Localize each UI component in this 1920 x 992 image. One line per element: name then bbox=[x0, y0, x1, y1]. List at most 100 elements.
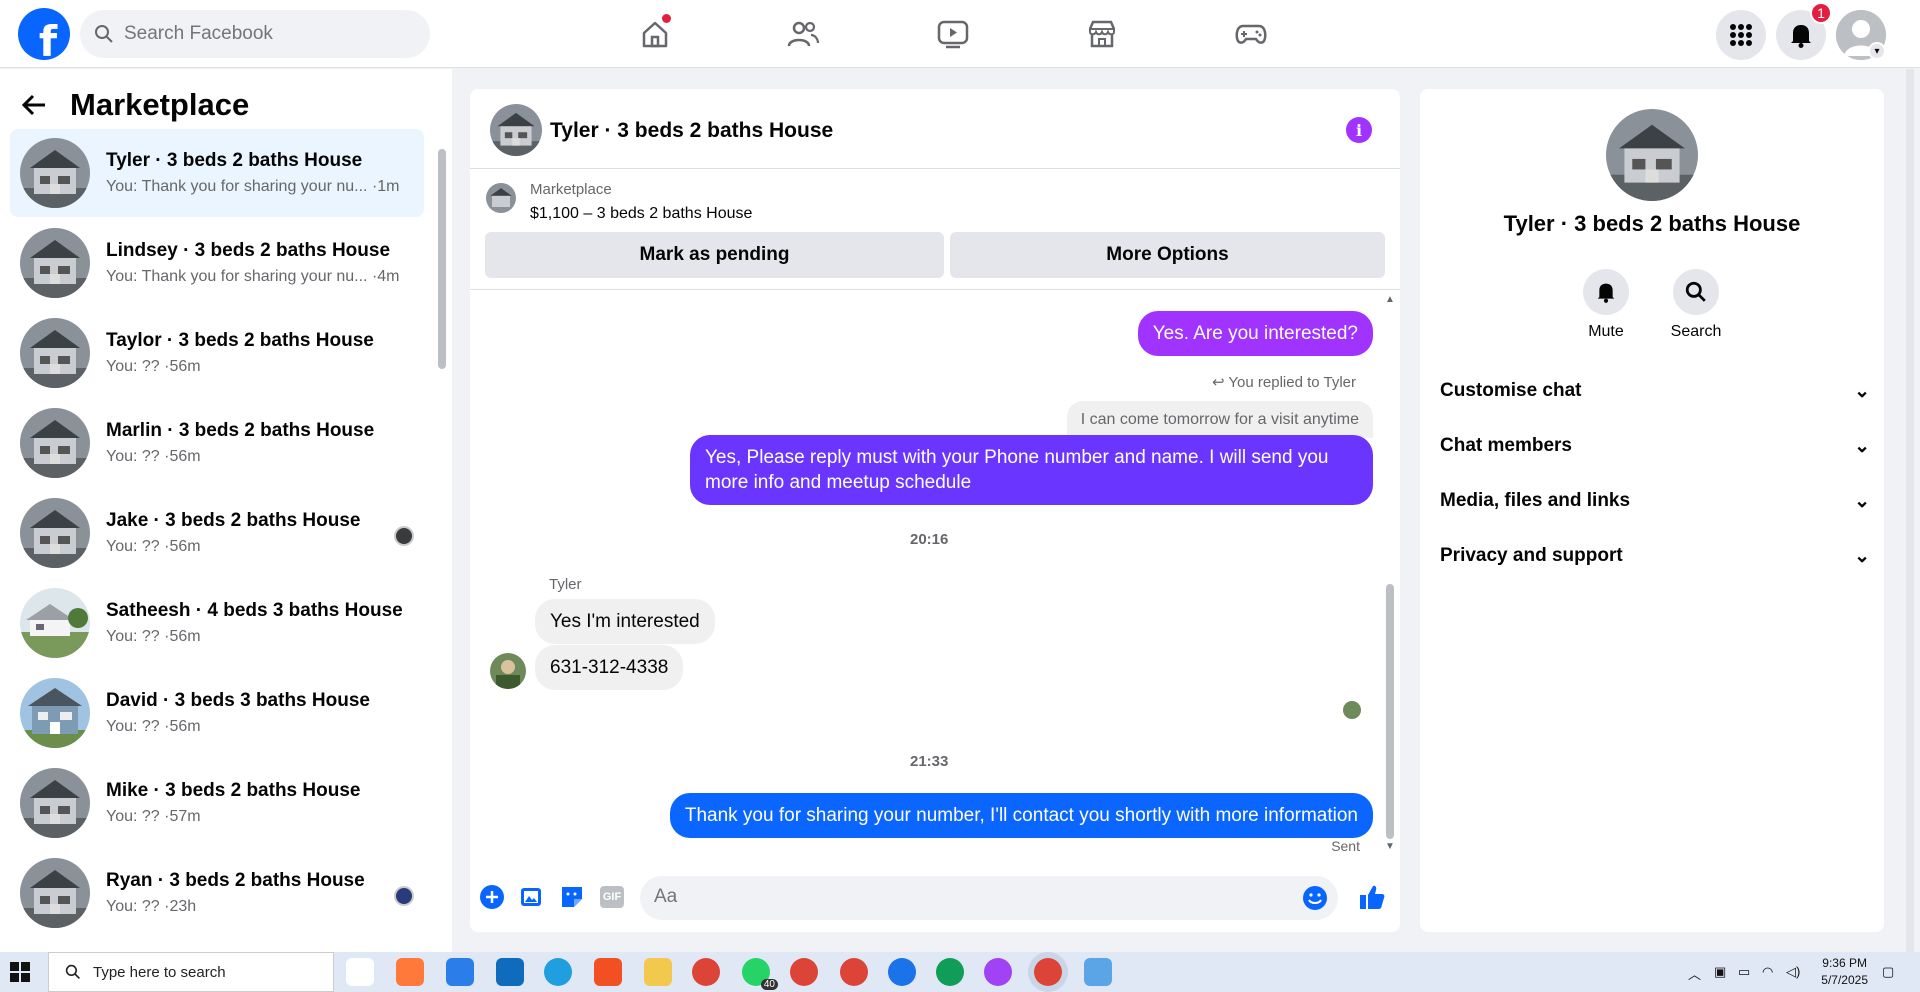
clock-time: 9:36 PM bbox=[1822, 956, 1867, 970]
top-navigation-bar: f 1 ▾ bbox=[0, 0, 1920, 68]
scroll-up-icon[interactable]: ▲ bbox=[1385, 294, 1395, 305]
back-arrow-icon[interactable] bbox=[22, 94, 46, 116]
sent-message[interactable]: Yes, Please reply must with your Phone n… bbox=[690, 435, 1373, 505]
battery-icon[interactable]: ▭ bbox=[1738, 964, 1750, 980]
outlook-icon[interactable] bbox=[496, 958, 524, 986]
page-scrollbar[interactable] bbox=[1906, 69, 1914, 952]
wifi-icon[interactable]: ◠ bbox=[1762, 964, 1773, 980]
mute-button[interactable]: Mute bbox=[1566, 269, 1646, 341]
watch-tab[interactable] bbox=[923, 12, 983, 56]
chat-panel: Tyler · 3 beds 2 baths House i Marketpla… bbox=[470, 89, 1400, 932]
file-explorer-icon[interactable] bbox=[644, 958, 672, 986]
chrome-profile-icon[interactable] bbox=[790, 958, 818, 986]
meet-icon[interactable]: ▣ bbox=[1714, 964, 1726, 980]
copilot-icon[interactable] bbox=[396, 958, 424, 986]
photo-icon[interactable] bbox=[518, 883, 546, 911]
conversation-item[interactable]: Mike · 3 beds 2 baths House You: ?? ·57m bbox=[10, 759, 424, 847]
mute-label: Mute bbox=[1588, 323, 1624, 340]
conversation-item[interactable]: Satheesh · 4 beds 3 baths House You: ?? ·… bbox=[10, 579, 424, 667]
search-box[interactable] bbox=[80, 10, 430, 58]
quoted-message[interactable]: I can come tomorrow for a visit anytime bbox=[1066, 401, 1373, 438]
conversation-name: Marlin · 3 beds 2 baths House bbox=[106, 420, 375, 441]
house-thumbnail bbox=[20, 588, 90, 658]
volume-icon[interactable]: ◁) bbox=[1786, 964, 1800, 980]
home-icon bbox=[642, 21, 668, 48]
notification-center-icon[interactable]: ▢ bbox=[1882, 964, 1894, 980]
notepad-icon[interactable] bbox=[1084, 958, 1112, 986]
sent-message[interactable]: Yes. Are you interested? bbox=[1137, 311, 1373, 356]
seen-avatar bbox=[394, 526, 414, 546]
chevron-up-icon[interactable]: ︿ bbox=[1688, 964, 1701, 983]
chat-scrollbar[interactable] bbox=[1386, 584, 1394, 839]
scroll-down-icon[interactable]: ▼ bbox=[1385, 841, 1395, 852]
chrome-profile-icon[interactable] bbox=[840, 958, 868, 986]
sidebar-scrollbar[interactable] bbox=[438, 149, 446, 369]
sender-avatar[interactable] bbox=[490, 653, 526, 689]
bell-icon bbox=[1597, 283, 1615, 303]
seen-avatar bbox=[1343, 701, 1361, 719]
windows-start-icon[interactable] bbox=[10, 962, 30, 982]
task-view-icon[interactable] bbox=[346, 958, 374, 986]
conversation-preview: You: ?? ·56m bbox=[106, 538, 201, 555]
media-files-links-section[interactable]: Media, files and links ⌄ bbox=[1440, 481, 1870, 521]
chrome-profile-icon[interactable] bbox=[936, 958, 964, 986]
received-message[interactable]: Yes I'm interested bbox=[535, 599, 715, 644]
sticker-icon[interactable] bbox=[558, 883, 586, 911]
menu-button[interactable] bbox=[1716, 10, 1766, 60]
chrome-icon[interactable] bbox=[692, 958, 720, 986]
conversation-item[interactable]: Ryan · 3 beds 2 baths House You: ?? ·23h bbox=[10, 849, 424, 937]
customise-chat-section[interactable]: Customise chat ⌄ bbox=[1440, 371, 1870, 411]
conversation-preview: You: ?? ·56m bbox=[106, 628, 201, 645]
emoji-icon[interactable] bbox=[1302, 885, 1328, 911]
message-input[interactable] bbox=[654, 886, 1274, 908]
info-icon[interactable]: i bbox=[1346, 117, 1372, 143]
more-options-button[interactable]: More Options bbox=[950, 232, 1385, 278]
brave-icon[interactable] bbox=[594, 958, 622, 986]
privacy-support-section[interactable]: Privacy and support ⌄ bbox=[1440, 536, 1870, 576]
panel-title: Marketplace bbox=[70, 87, 250, 122]
search-label: Search bbox=[1670, 323, 1722, 340]
whatsapp-icon[interactable]: 40 bbox=[742, 958, 778, 990]
windows-taskbar: Type here to search 40 ︿ ▣ ▭ ◠ ◁) 9:36 P… bbox=[0, 952, 1920, 992]
notifications-button[interactable]: 1 bbox=[1776, 2, 1832, 60]
details-avatar[interactable] bbox=[1606, 109, 1698, 201]
store-icon[interactable] bbox=[446, 958, 474, 986]
like-icon[interactable] bbox=[1358, 883, 1386, 911]
house-thumbnail bbox=[20, 138, 90, 208]
conversation-item[interactable]: Lindsey · 3 beds 2 baths House You: Thank… bbox=[10, 219, 424, 307]
chat-members-section[interactable]: Chat members ⌄ bbox=[1440, 426, 1870, 466]
account-chevron-down-icon[interactable]: ▾ bbox=[1868, 42, 1886, 60]
chevron-down-icon: ⌄ bbox=[1854, 435, 1870, 457]
add-icon[interactable] bbox=[478, 883, 506, 911]
gif-icon[interactable]: GIF bbox=[598, 883, 626, 911]
received-message[interactable]: 631-312-4338 bbox=[535, 645, 684, 690]
search-in-chat-button[interactable]: Search bbox=[1656, 269, 1736, 341]
home-notification-dot bbox=[662, 14, 671, 23]
conversation-preview: You: Thank you for sharing your nu... ·1… bbox=[106, 178, 400, 195]
sent-message[interactable]: Thank you for sharing your number, I'll … bbox=[669, 793, 1373, 838]
chevron-down-icon: ⌄ bbox=[1854, 490, 1870, 512]
friends-tab[interactable] bbox=[773, 12, 833, 56]
system-clock[interactable]: 9:36 PM 5/7/2025 bbox=[1821, 955, 1868, 989]
conversation-item[interactable]: Tyler · 3 beds 2 baths House You: Thank y… bbox=[10, 129, 424, 217]
seen-avatar bbox=[394, 886, 414, 906]
message-field[interactable] bbox=[640, 876, 1338, 920]
search-input[interactable] bbox=[124, 23, 404, 45]
chrome-active-icon[interactable] bbox=[1034, 958, 1062, 986]
gaming-tab[interactable] bbox=[1221, 12, 1281, 56]
conversation-item[interactable]: Taylor · 3 beds 2 baths House You: ?? ·56… bbox=[10, 309, 424, 397]
chrome-profile-icon[interactable] bbox=[984, 958, 1012, 986]
conversation-item[interactable]: Marlin · 3 beds 2 baths House You: ?? ·56… bbox=[10, 399, 424, 487]
chat-title[interactable]: Tyler · 3 beds 2 baths House bbox=[550, 119, 833, 143]
home-tab[interactable] bbox=[625, 12, 685, 56]
conversation-name: David · 3 beds 3 baths House bbox=[106, 690, 370, 711]
edge-icon[interactable] bbox=[544, 958, 572, 986]
mark-as-pending-button[interactable]: Mark as pending bbox=[485, 232, 944, 278]
chat-avatar[interactable] bbox=[490, 104, 542, 156]
chrome-profile-icon[interactable] bbox=[888, 958, 916, 986]
taskbar-search[interactable]: Type here to search bbox=[48, 952, 334, 992]
conversation-item[interactable]: David · 3 beds 3 baths House You: ?? ·56m bbox=[10, 669, 424, 757]
facebook-logo[interactable]: f bbox=[18, 8, 70, 60]
conversation-item[interactable]: Jake · 3 beds 2 baths House You: ?? ·56m bbox=[10, 489, 424, 577]
marketplace-tab[interactable] bbox=[1072, 12, 1132, 56]
